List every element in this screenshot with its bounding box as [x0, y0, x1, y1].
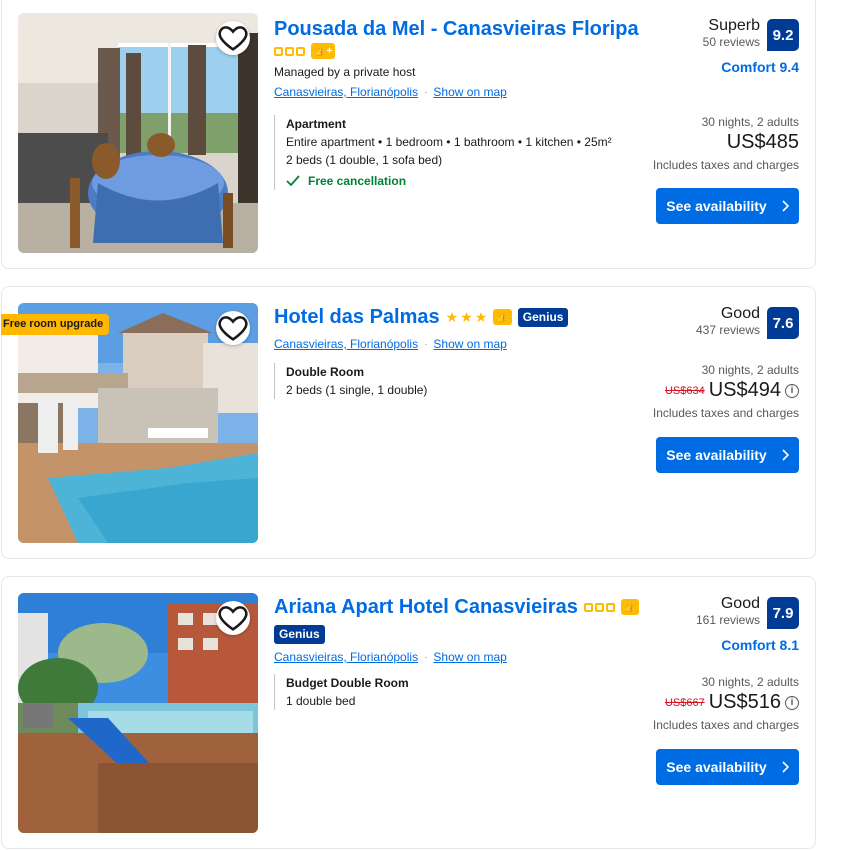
star-rating: ★ ★ ★ [445, 309, 488, 325]
price: US$485 [726, 131, 799, 153]
separator-dot: · [424, 651, 428, 663]
host-note: Managed by a private host [274, 65, 416, 79]
genius-badge: Genius [274, 625, 325, 644]
chevron-right-icon [782, 449, 789, 461]
info-icon[interactable]: i [785, 383, 799, 398]
room-info: Double Room 2 beds (1 single, 1 double) [274, 363, 654, 399]
property-info: Pousada da Mel - Canasvieiras Floripa 👍+… [274, 17, 654, 190]
review-score: 7.9 [767, 597, 799, 629]
price: US$516 [708, 691, 781, 713]
button-label: See availability [666, 198, 767, 214]
stay-info: 30 nights, 2 adults [701, 363, 799, 377]
property-title-link[interactable]: Ariana Apart Hotel Canasvieiras [274, 595, 578, 619]
location-link[interactable]: Canasvieiras, Florianópolis [274, 85, 418, 99]
button-label: See availability [666, 447, 767, 463]
save-favorite-button[interactable] [216, 311, 250, 345]
review-count: 50 reviews [702, 35, 760, 49]
bed-info: 2 beds (1 single, 1 double) [286, 383, 428, 397]
room-type: Budget Double Room [286, 676, 409, 690]
original-price: US$667 [664, 696, 705, 709]
review-word: Good [720, 595, 760, 612]
chevron-right-icon [782, 761, 789, 773]
property-photo[interactable] [18, 303, 258, 543]
show-on-map-link[interactable]: Show on map [433, 85, 506, 99]
location-link[interactable]: Canasvieiras, Florianópolis [274, 650, 418, 664]
property-title-link[interactable]: Hotel das Palmas [274, 305, 440, 329]
price-block: 30 nights, 2 adults US$485 Includes taxe… [653, 115, 799, 172]
save-favorite-button[interactable] [216, 21, 250, 55]
save-favorite-button[interactable] [216, 601, 250, 635]
heart-icon [218, 316, 248, 341]
stay-info: 30 nights, 2 adults [701, 115, 799, 129]
property-card: Free room upgrade Hotel das Palmas ★ ★ ★ 👍… [1, 286, 816, 559]
free-room-upgrade-badge: Free room upgrade [1, 314, 110, 335]
review-score: 9.2 [767, 19, 799, 51]
room-type: Apartment [286, 117, 347, 131]
cancellation-text: Free cancellation [308, 174, 407, 188]
property-photo[interactable] [18, 593, 258, 833]
thumbs-up-icon: 👍 [493, 309, 512, 325]
review-word: Superb [708, 17, 760, 34]
separator-dot: · [424, 338, 428, 350]
room-type: Double Room [286, 365, 364, 379]
separator-dot: · [424, 86, 428, 98]
property-info: Ariana Apart Hotel Canasvieiras 👍 Genius… [274, 595, 654, 710]
location-link[interactable]: Canasvieiras, Florianópolis [274, 337, 418, 351]
room-info: Budget Double Room 1 double bed [274, 674, 654, 710]
property-title-link[interactable]: Pousada da Mel - Canasvieiras Floripa [274, 17, 639, 41]
rating-squares [274, 46, 305, 56]
review-block[interactable]: Good 437 reviews 7.6 [599, 305, 799, 339]
price-block: 30 nights, 2 adults US$634 US$494 i Incl… [653, 363, 799, 420]
see-availability-button[interactable]: See availability [656, 188, 799, 224]
see-availability-button[interactable]: See availability [656, 749, 799, 785]
price: US$494 [708, 379, 781, 401]
thumbs-up-icon: 👍+ [311, 43, 336, 59]
stay-info: 30 nights, 2 adults [701, 675, 799, 689]
heart-icon [218, 26, 248, 51]
room-description: Entire apartment • 1 bedroom • 1 bathroo… [286, 135, 612, 149]
taxes-note: Includes taxes and charges [652, 158, 799, 172]
property-info: Hotel das Palmas ★ ★ ★ 👍 Genius Canasvieir… [274, 305, 654, 399]
property-card: Pousada da Mel - Canasvieiras Floripa 👍+… [1, 0, 816, 269]
review-score: 7.6 [767, 307, 799, 339]
review-count: 437 reviews [695, 323, 760, 337]
room-info: Apartment Entire apartment • 1 bedroom •… [274, 115, 654, 190]
genius-badge: Genius [517, 307, 569, 327]
info-icon[interactable]: i [785, 695, 799, 710]
comfort-score: Comfort 8.1 [721, 637, 799, 653]
bed-info: 1 double bed [286, 694, 356, 708]
comfort-score: Comfort 9.4 [721, 59, 799, 75]
review-word: Good [720, 305, 760, 322]
free-cancellation: Free cancellation [286, 172, 654, 190]
heart-icon [218, 606, 248, 631]
property-photo[interactable] [18, 13, 258, 253]
chevron-right-icon [782, 200, 789, 212]
taxes-note: Includes taxes and charges [652, 406, 799, 420]
review-count: 161 reviews [695, 613, 760, 627]
check-icon [286, 175, 300, 187]
price-block: 30 nights, 2 adults US$667 US$516 i Incl… [653, 675, 799, 732]
bed-info: 2 beds (1 double, 1 sofa bed) [286, 153, 443, 167]
button-label: See availability [666, 759, 767, 775]
show-on-map-link[interactable]: Show on map [433, 650, 506, 664]
show-on-map-link[interactable]: Show on map [433, 337, 506, 351]
review-block[interactable]: Good 161 reviews 7.9 Comfort 8.1 [599, 595, 799, 653]
taxes-note: Includes taxes and charges [652, 718, 799, 732]
review-block[interactable]: Superb 50 reviews 9.2 Comfort 9.4 [599, 17, 799, 75]
property-card: Ariana Apart Hotel Canasvieiras 👍 Genius… [1, 576, 816, 849]
original-price: US$634 [664, 384, 705, 397]
see-availability-button[interactable]: See availability [656, 437, 799, 473]
